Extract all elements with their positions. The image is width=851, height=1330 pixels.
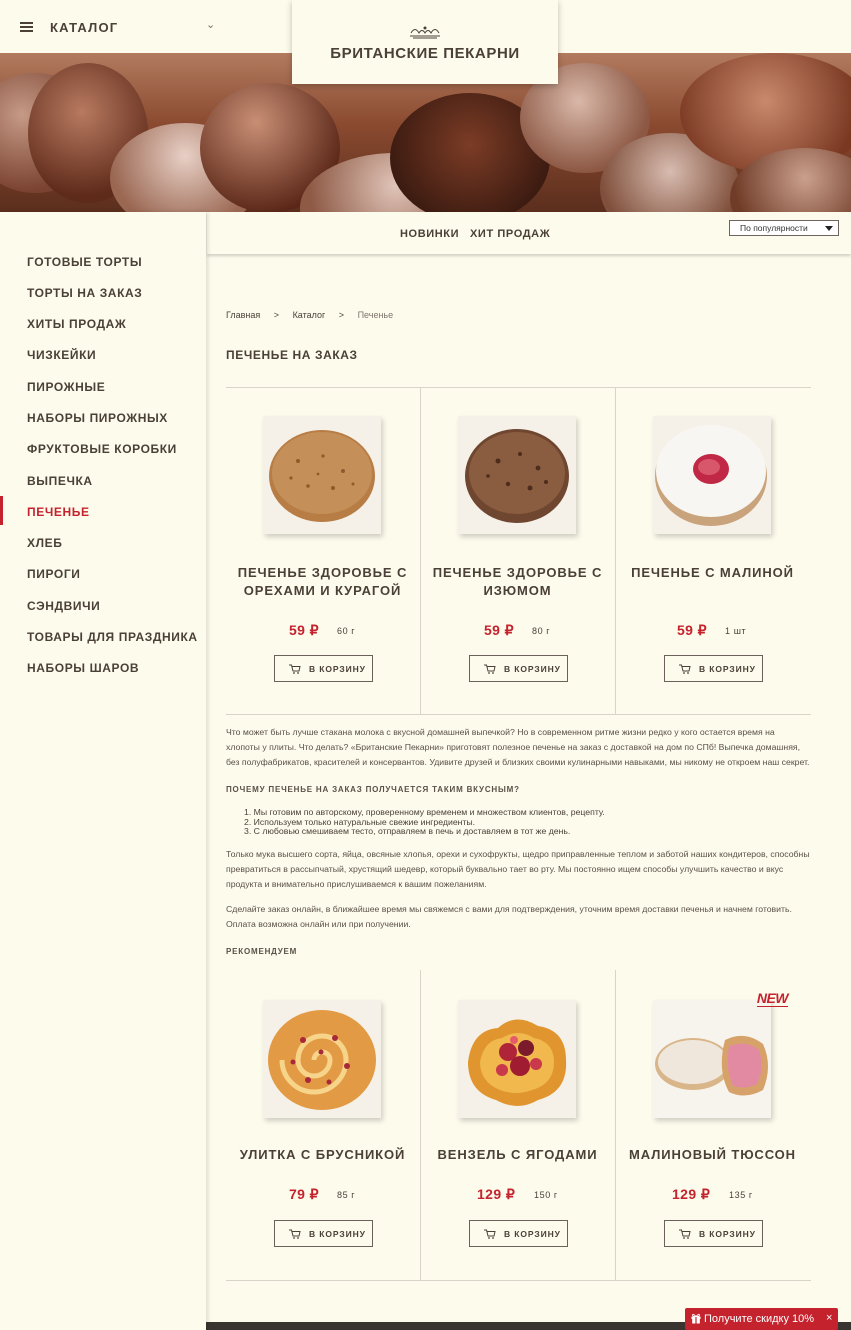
add-to-cart-label: В КОРЗИНУ — [699, 664, 756, 674]
description-paragraph: Сделайте заказ онлайн, в ближайшее время… — [226, 904, 792, 929]
sort-select-value: По популярности — [740, 223, 808, 233]
cart-icon — [484, 1229, 496, 1239]
product-image[interactable] — [263, 416, 381, 534]
sidebar-item-bread[interactable]: ХЛЕБ — [27, 536, 62, 550]
breadcrumb-current: Печенье — [357, 310, 394, 320]
list-item: 3. С любовью смешиваем тесто, отправляем… — [244, 826, 571, 836]
add-to-cart-label: В КОРЗИНУ — [309, 1229, 366, 1239]
product-price: 59 ₽ — [677, 622, 707, 638]
cart-icon — [289, 1229, 301, 1239]
new-badge: NEW — [756, 990, 789, 1007]
breadcrumb-separator: > — [273, 310, 280, 320]
sort-select[interactable]: По популярности — [729, 220, 839, 236]
add-to-cart-button[interactable]: В КОРЗИНУ — [469, 655, 568, 682]
active-indicator — [0, 496, 3, 525]
product-price: 59 ₽ — [289, 622, 319, 638]
chevron-down-icon[interactable]: ⌄ — [206, 18, 215, 31]
recommended-heading: РЕКОМЕНДУЕМ — [226, 947, 298, 956]
product-card[interactable]: ПЕЧЕНЬЕ ЗДОРОВЬЕ С ОРЕХАМИ И КУРАГОЙ 59 … — [225, 388, 420, 714]
product-card[interactable]: ПЕЧЕНЬЕ ЗДОРОВЬЕ С ИЗЮМОМ 59 ₽ 80 г В КО… — [420, 388, 615, 714]
add-to-cart-button[interactable]: В КОРЗИНУ — [664, 1220, 763, 1247]
add-to-cart-label: В КОРЗИНУ — [504, 1229, 561, 1239]
sidebar-item-cookies[interactable]: ПЕЧЕНЬЕ — [27, 505, 90, 519]
gift-icon — [691, 1313, 701, 1324]
product-name[interactable]: ПЕЧЕНЬЕ С МАЛИНОЙ — [625, 564, 800, 582]
filter-hits[interactable]: ХИТ ПРОДАЖ — [470, 228, 550, 240]
breadcrumb-catalog[interactable]: Каталог — [293, 310, 326, 320]
breadcrumb-home[interactable]: Главная — [226, 310, 260, 320]
product-image[interactable] — [458, 416, 576, 534]
sidebar: ГОТОВЫЕ ТОРТЫ ТОРТЫ НА ЗАКАЗ ХИТЫ ПРОДАЖ… — [0, 212, 206, 1330]
product-name[interactable]: ПЕЧЕНЬЕ ЗДОРОВЬЕ С ОРЕХАМИ И КУРАГОЙ — [235, 564, 410, 600]
product-name[interactable]: ПЕЧЕНЬЕ ЗДОРОВЬЕ С ИЗЮМОМ — [430, 564, 605, 600]
add-to-cart-button[interactable]: В КОРЗИНУ — [664, 655, 763, 682]
add-to-cart-button[interactable]: В КОРЗИНУ — [274, 655, 373, 682]
sidebar-item-pies[interactable]: ПИРОГИ — [27, 567, 80, 581]
product-name[interactable]: УЛИТКА С БРУСНИКОЙ — [235, 1146, 410, 1164]
sidebar-item-ready-cakes[interactable]: ГОТОВЫЕ ТОРТЫ — [27, 255, 142, 269]
filter-new[interactable]: НОВИНКИ — [400, 228, 459, 240]
product-card[interactable]: ПЕЧЕНЬЕ С МАЛИНОЙ 59 ₽ 1 шт В КОРЗИНУ — [615, 388, 810, 714]
menu-icon[interactable] — [20, 22, 33, 32]
product-price: 129 ₽ — [672, 1186, 711, 1202]
crown-icon — [410, 26, 440, 39]
product-weight: 1 шт — [725, 626, 747, 636]
reasons-list: 1. Мы готовим по авторскому, проверенном… — [244, 807, 605, 837]
filter-bar: НОВИНКИ ХИТ ПРОДАЖ По популярности — [207, 212, 851, 254]
add-to-cart-button[interactable]: В КОРЗИНУ — [469, 1220, 568, 1247]
product-card[interactable]: УЛИТКА С БРУСНИКОЙ 79 ₽ 85 г В КОРЗИНУ — [225, 972, 420, 1298]
sidebar-item-balloon-sets[interactable]: НАБОРЫ ШАРОВ — [27, 661, 139, 675]
sidebar-item-sandwiches[interactable]: СЭНДВИЧИ — [27, 599, 100, 613]
description-subheading: ПОЧЕМУ ПЕЧЕНЬЕ НА ЗАКАЗ ПОЛУЧАЕТСЯ ТАКИМ… — [226, 785, 520, 794]
product-price: 59 ₽ — [484, 622, 514, 638]
add-to-cart-label: В КОРЗИНУ — [699, 1229, 756, 1239]
product-image[interactable] — [653, 1000, 771, 1118]
product-weight: 135 г — [729, 1190, 753, 1200]
discount-promo[interactable]: Получите скидку 10% × — [685, 1308, 838, 1330]
product-name[interactable]: ВЕНЗЕЛЬ С ЯГОДАМИ — [430, 1146, 605, 1164]
cart-icon — [679, 1229, 691, 1239]
sidebar-item-custom-cakes[interactable]: ТОРТЫ НА ЗАКАЗ — [27, 286, 142, 300]
product-weight: 80 г — [532, 626, 551, 636]
site-logo[interactable]: БРИТАНСКИЕ ПЕКАРНИ — [292, 0, 558, 84]
sidebar-item-bestsellers[interactable]: ХИТЫ ПРОДАЖ — [27, 317, 126, 331]
description-paragraph: Что может быть лучше стакана молока с вк… — [226, 727, 810, 767]
product-image[interactable] — [653, 416, 771, 534]
logo-text: БРИТАНСКИЕ ПЕКАРНИ — [330, 45, 520, 62]
product-price: 79 ₽ — [289, 1186, 319, 1202]
cart-icon — [289, 664, 301, 674]
sidebar-item-party-goods[interactable]: ТОВАРЫ ДЛЯ ПРАЗДНИКА — [27, 630, 198, 644]
divider — [226, 714, 811, 715]
page-title: ПЕЧЕНЬЕ НА ЗАКАЗ — [226, 348, 358, 362]
promo-text: Получите скидку 10% — [704, 1313, 815, 1325]
breadcrumb: Главная > Каталог > Печенье — [226, 310, 404, 320]
close-icon[interactable]: × — [826, 1312, 832, 1324]
dropdown-arrow-icon — [825, 226, 833, 231]
product-image[interactable] — [263, 1000, 381, 1118]
breadcrumb-separator: > — [338, 310, 345, 320]
product-weight: 60 г — [337, 626, 356, 636]
sidebar-item-fruit-boxes[interactable]: ФРУКТОВЫЕ КОРОБКИ — [27, 442, 177, 456]
description-paragraph: Только мука высшего сорта, яйца, овсяные… — [226, 849, 810, 889]
product-card[interactable]: ВЕНЗЕЛЬ С ЯГОДАМИ 129 ₽ 150 г В КОРЗИНУ — [420, 972, 615, 1298]
sidebar-item-pastry-sets[interactable]: НАБОРЫ ПИРОЖНЫХ — [27, 411, 168, 425]
catalog-button[interactable]: КАТАЛОГ — [50, 20, 118, 35]
cart-icon — [679, 664, 691, 674]
product-price: 129 ₽ — [477, 1186, 516, 1202]
product-weight: 85 г — [337, 1190, 356, 1200]
sidebar-item-cheesecakes[interactable]: ЧИЗКЕЙКИ — [27, 348, 96, 362]
product-card[interactable]: NEW МАЛИНОВЫЙ ТЮССОН 129 ₽ 135 г В КОРЗИ… — [615, 972, 810, 1298]
add-to-cart-label: В КОРЗИНУ — [504, 664, 561, 674]
add-to-cart-label: В КОРЗИНУ — [309, 664, 366, 674]
product-weight: 150 г — [534, 1190, 558, 1200]
cart-icon — [484, 664, 496, 674]
sidebar-item-bakery[interactable]: ВЫПЕЧКА — [27, 474, 93, 488]
sidebar-item-pastries[interactable]: ПИРОЖНЫЕ — [27, 380, 105, 394]
product-name[interactable]: МАЛИНОВЫЙ ТЮССОН — [625, 1146, 800, 1164]
product-image[interactable] — [458, 1000, 576, 1118]
add-to-cart-button[interactable]: В КОРЗИНУ — [274, 1220, 373, 1247]
